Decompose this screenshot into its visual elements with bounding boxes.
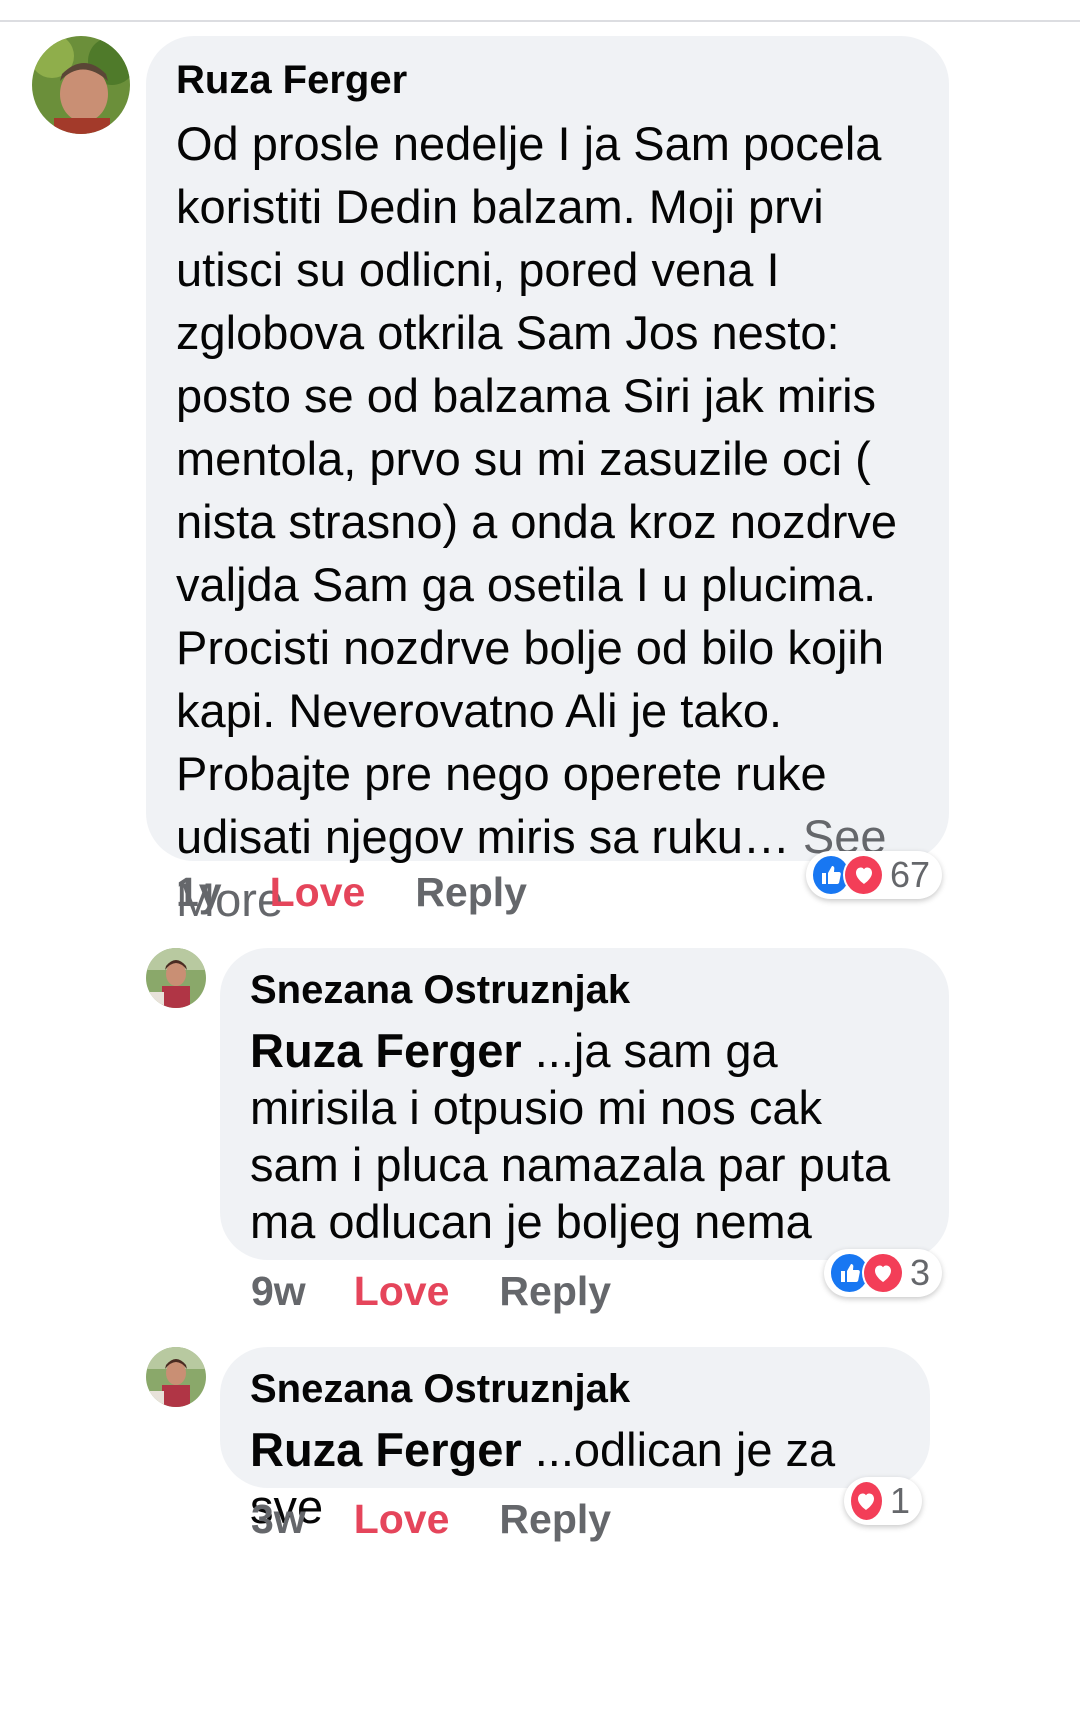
love-button[interactable]: Love [354,1268,450,1315]
comment-author[interactable]: Ruza Ferger [176,56,919,104]
comment-actions: 3w Love Reply [251,1493,611,1545]
love-icon [843,854,884,896]
reply-button[interactable]: Reply [499,1496,611,1543]
reaction-count: 1 [889,1480,910,1521]
reply-button[interactable]: Reply [499,1268,611,1315]
comment-time[interactable]: 1y [176,869,222,916]
reaction-summary[interactable]: 3 [824,1249,942,1297]
comment-body: Od prosle nedelje I ja Sam pocela korist… [176,117,898,863]
comment-actions: 9w Love Reply [251,1265,611,1317]
top-divider [0,20,1080,22]
avatar[interactable] [146,1347,206,1407]
mention-link[interactable]: Ruza Ferger [250,1024,522,1077]
love-button[interactable]: Love [270,869,366,916]
reaction-count: 3 [909,1252,930,1293]
comment-bubble: Ruza Ferger Od prosle nedelje I ja Sam p… [146,36,949,926]
comment-actions: 1y Love Reply [176,866,527,918]
reply-bubble: Snezana Ostruznjak Ruza Ferger ...odlica… [220,1347,930,1533]
reply-button[interactable]: Reply [415,869,527,916]
comment-text: Ruza Ferger ...ja sam ga mirisila i otpu… [250,1022,919,1250]
comment-text: Od prosle nedelje I ja Sam pocela korist… [176,112,919,931]
comment-author[interactable]: Snezana Ostruznjak [250,966,919,1014]
comment-time[interactable]: 3w [251,1496,306,1543]
comment-author[interactable]: Snezana Ostruznjak [250,1365,900,1413]
love-icon [862,1252,904,1294]
reaction-count: 67 [889,854,930,895]
reaction-summary[interactable]: 67 [806,851,942,899]
comment-time[interactable]: 9w [251,1268,306,1315]
love-button[interactable]: Love [354,1496,450,1543]
avatar[interactable] [146,948,206,1008]
reply-bubble: Snezana Ostruznjak Ruza Ferger ...ja sam… [220,948,949,1260]
reaction-summary[interactable]: 1 [844,1477,922,1525]
mention-link[interactable]: Ruza Ferger [250,1423,522,1476]
love-icon [849,1480,884,1522]
avatar[interactable] [32,36,130,134]
